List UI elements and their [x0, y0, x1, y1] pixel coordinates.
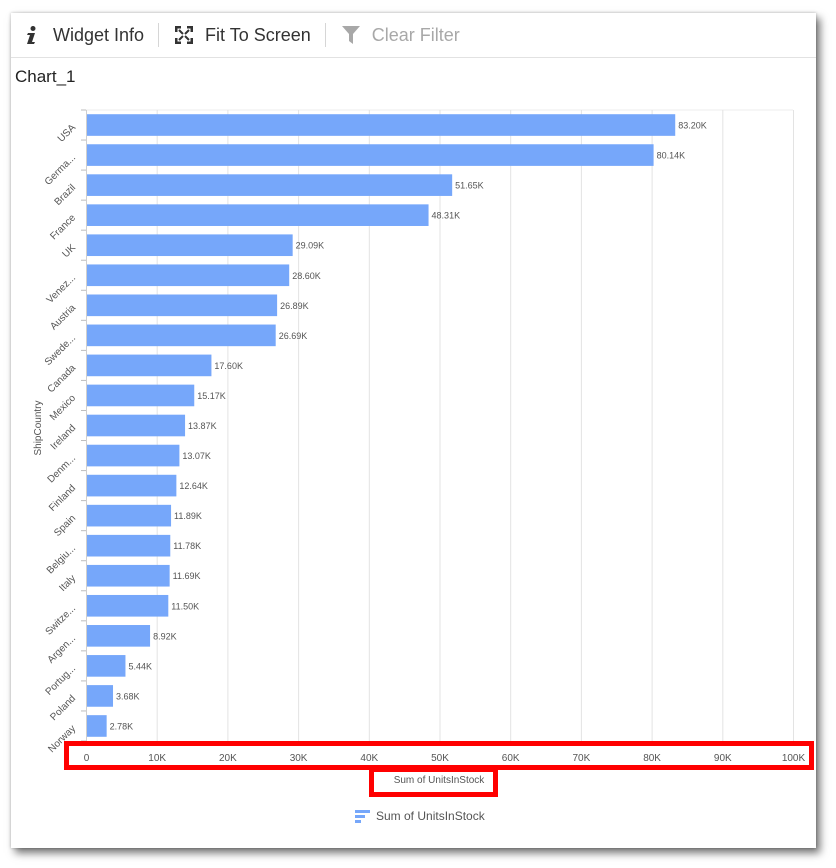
category-label: Portug...: [44, 663, 79, 698]
x-axis-title-highlight-box: [369, 767, 498, 797]
category-label: Venez...: [45, 273, 78, 306]
data-label: 51.65K: [455, 181, 484, 191]
bar[interactable]: [87, 414, 186, 437]
y-axis-title: ShipCountry: [33, 400, 44, 455]
data-label: 13.07K: [182, 451, 211, 461]
data-label: 15.17K: [197, 391, 226, 401]
data-label: 5.44K: [128, 661, 152, 671]
category-label: Italy: [57, 573, 78, 594]
legend[interactable]: Sum of UnitsInStock: [355, 809, 486, 823]
category-label: UK: [61, 242, 79, 260]
bar[interactable]: [87, 474, 177, 497]
bar[interactable]: [87, 234, 293, 257]
bar[interactable]: [87, 264, 290, 287]
bar[interactable]: [87, 685, 114, 707]
data-label: 28.60K: [292, 271, 321, 281]
data-label: 11.50K: [171, 601, 199, 611]
category-label: Denm...: [46, 453, 79, 486]
bars: [87, 114, 676, 737]
category-label: France: [48, 212, 78, 242]
x-axis-highlight-box: [64, 741, 814, 770]
category-label: Mexico: [48, 392, 78, 422]
data-label: 80.14K: [657, 151, 686, 161]
data-label: 8.92K: [153, 631, 177, 641]
bar[interactable]: [87, 534, 171, 557]
data-label: 26.69K: [279, 331, 308, 341]
data-label: 3.68K: [116, 691, 140, 701]
category-labels: USA Germa...Brazil FranceUK Venez...Austria…: [43, 109, 86, 755]
bar[interactable]: [87, 384, 195, 407]
data-label: 17.60K: [214, 361, 243, 371]
category-label: Belgiu...: [45, 543, 78, 576]
category-label: Austria: [48, 302, 78, 332]
bar[interactable]: [87, 625, 151, 647]
data-label: 26.89K: [280, 301, 309, 311]
bar[interactable]: [87, 114, 676, 136]
bar[interactable]: [87, 715, 107, 737]
category-label: Swede...: [43, 333, 78, 368]
category-label: USA: [56, 122, 79, 145]
bar[interactable]: [87, 504, 172, 527]
data-label: 83.20K: [678, 121, 707, 131]
bar[interactable]: [87, 144, 654, 166]
category-label: Poland: [48, 693, 78, 723]
bar[interactable]: [87, 174, 453, 196]
bar[interactable]: [87, 324, 276, 347]
bar[interactable]: [87, 655, 126, 677]
bar-chart: 83.20K 80.14K 51.65K 48.31K 29.09K 28.60K 26.8…: [33, 109, 806, 823]
legend-label: Sum of UnitsInStock: [376, 809, 486, 823]
bar[interactable]: [87, 564, 170, 587]
bar[interactable]: [87, 354, 212, 377]
category-label: Finland: [47, 483, 78, 514]
data-label: 2.78K: [110, 721, 134, 731]
data-label: 29.09K: [296, 241, 325, 251]
data-label: 48.31K: [432, 211, 461, 221]
category-label: Ireland: [49, 423, 78, 452]
legend-bar-icon: [355, 810, 370, 823]
bar[interactable]: [87, 594, 169, 617]
bar[interactable]: [87, 294, 278, 317]
data-label: 11.69K: [173, 571, 201, 581]
category-label: Germa...: [43, 152, 78, 187]
data-label: 11.89K: [174, 511, 202, 521]
data-label: 11.78K: [173, 541, 201, 551]
data-label: 12.64K: [179, 481, 208, 491]
bar[interactable]: [87, 204, 429, 226]
bar[interactable]: [87, 444, 180, 467]
category-label: Switze...: [44, 603, 79, 638]
data-label: 13.87K: [188, 421, 217, 431]
category-label: Spain: [52, 513, 78, 539]
category-label: Brazil: [53, 182, 78, 207]
